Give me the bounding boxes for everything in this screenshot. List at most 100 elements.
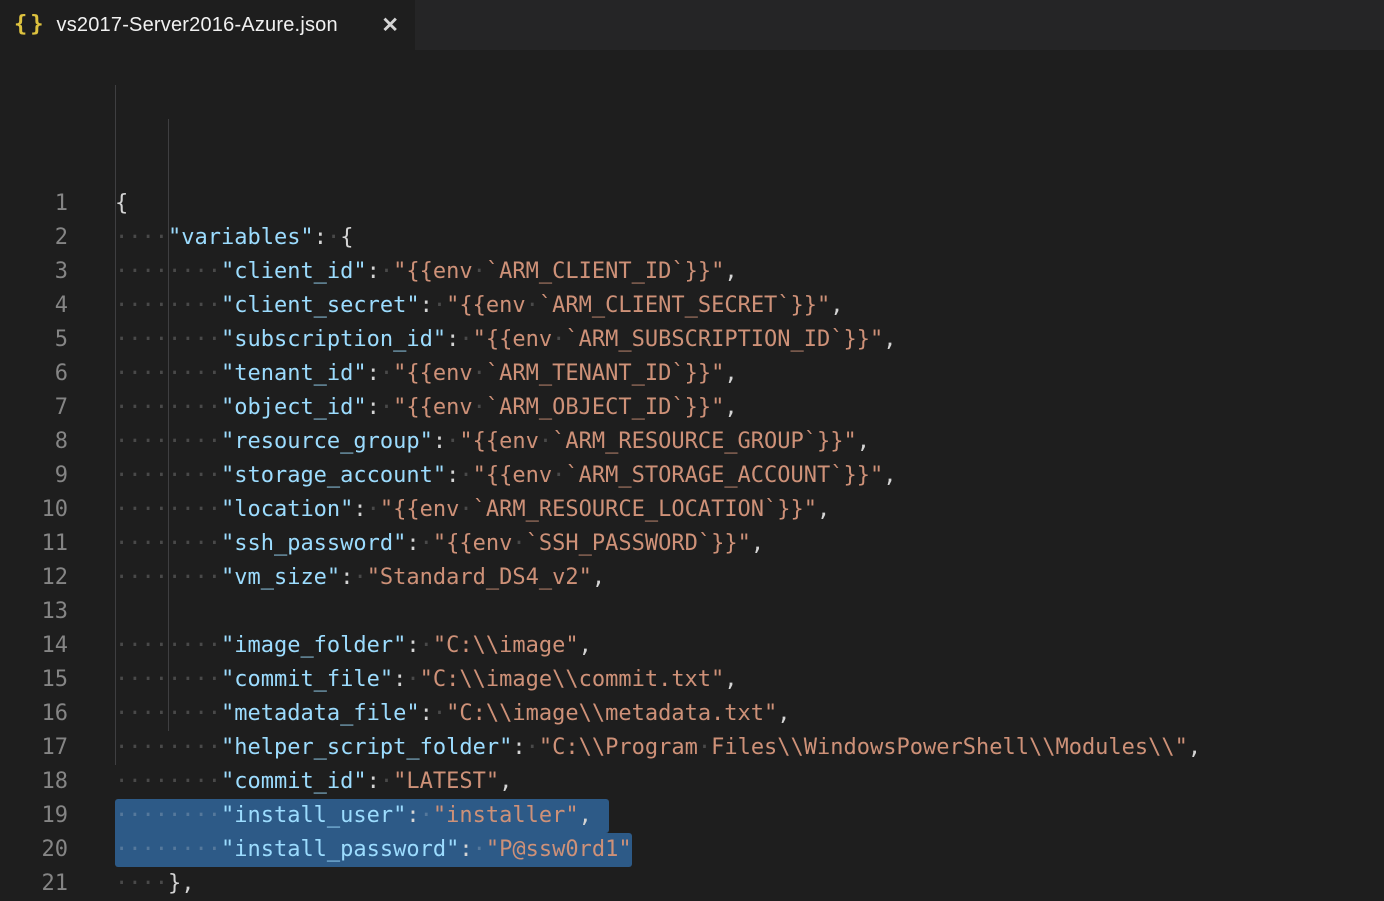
tab-close-icon[interactable]: ✕	[381, 15, 399, 36]
code-token: ,	[883, 327, 896, 352]
code-line[interactable]: 1{	[0, 187, 1384, 221]
line-number[interactable]: 16	[0, 697, 115, 731]
code-token: "vm_size"	[221, 565, 340, 590]
whitespace-dots: ········	[115, 769, 221, 794]
line-number[interactable]: 20	[0, 833, 115, 867]
code-line[interactable]: 2····"variables":·{	[0, 221, 1384, 255]
line-number[interactable]: 10	[0, 493, 115, 527]
code-line[interactable]: 13	[0, 595, 1384, 629]
code-line-content[interactable]: ········"commit_file":·"C:\\image\\commi…	[115, 663, 738, 697]
code-token: "Standard_DS4_v2"	[367, 565, 592, 590]
whitespace-dots: ········	[115, 565, 221, 590]
code-line-content[interactable]: ········"metadata_file":·"C:\\image\\met…	[115, 697, 791, 731]
code-token: ·	[353, 565, 366, 590]
code-line-content[interactable]: ····"variables":·{	[115, 221, 353, 255]
code-token: ·	[526, 735, 539, 760]
code-line-content[interactable]: ········"tenant_id":·"{{env·`ARM_TENANT_…	[115, 357, 738, 391]
line-number[interactable]: 7	[0, 391, 115, 425]
code-token: ·	[380, 259, 393, 284]
whitespace-dots: ·	[367, 497, 380, 522]
code-token: "image_folder"	[221, 633, 406, 658]
code-editor[interactable]: 1{2····"variables":·{3········"client_id…	[0, 50, 1384, 772]
line-number[interactable]: 2	[0, 221, 115, 255]
code-token: {	[340, 225, 353, 250]
code-line[interactable]: 16········"metadata_file":·"C:\\image\\m…	[0, 697, 1384, 731]
code-line[interactable]: 14········"image_folder":·"C:\\image",	[0, 629, 1384, 663]
code-line[interactable]: 11········"ssh_password":·"{{env·`SSH_PA…	[0, 527, 1384, 561]
code-line[interactable]: 5········"subscription_id":·"{{env·`ARM_…	[0, 323, 1384, 357]
code-line-content[interactable]: ········"commit_id":·"LATEST",	[115, 765, 512, 799]
line-number[interactable]: 17	[0, 731, 115, 765]
code-line[interactable]: 15········"commit_file":·"C:\\image\\com…	[0, 663, 1384, 697]
code-line-content[interactable]: ········"image_folder":·"C:\\image",	[115, 629, 592, 663]
code-token: :	[406, 633, 419, 658]
code-token: ········	[115, 395, 221, 420]
line-number[interactable]: 4	[0, 289, 115, 323]
code-line[interactable]: 20········"install_password":·"P@ssw0rd1…	[0, 833, 1384, 867]
line-number[interactable]: 8	[0, 425, 115, 459]
line-number[interactable]: 5	[0, 323, 115, 357]
code-line-content[interactable]: ········"install_user":·"installer",	[115, 799, 592, 833]
code-line-content[interactable]: ········"install_password":·"P@ssw0rd1"	[115, 833, 632, 867]
code-line-content[interactable]: ········"subscription_id":·"{{env·`ARM_S…	[115, 323, 897, 357]
tab-vs2017-server2016-azure[interactable]: {} vs2017-Server2016-Azure.json ✕	[0, 0, 415, 50]
code-token: "{{env·`ARM_TENANT_ID`}}"	[393, 361, 724, 386]
code-token: ·	[446, 429, 459, 454]
code-token: "P@ssw0rd1"	[486, 837, 632, 862]
whitespace-dots: ········	[115, 667, 221, 692]
code-line-content[interactable]: ········"location":·"{{env·`ARM_RESOURCE…	[115, 493, 830, 527]
code-line[interactable]: 12········"vm_size":·"Standard_DS4_v2",	[0, 561, 1384, 595]
code-token: "commit_id"	[221, 769, 367, 794]
code-line[interactable]: 3········"client_id":·"{{env·`ARM_CLIENT…	[0, 255, 1384, 289]
code-line[interactable]: 7········"object_id":·"{{env·`ARM_OBJECT…	[0, 391, 1384, 425]
code-line-content[interactable]: ····},	[115, 867, 194, 901]
whitespace-dots: ·	[433, 293, 446, 318]
code-token: :	[420, 293, 433, 318]
code-line-content[interactable]: ········"object_id":·"{{env·`ARM_OBJECT_…	[115, 391, 738, 425]
line-number[interactable]: 1	[0, 187, 115, 221]
code-line-content[interactable]: ········"ssh_password":·"{{env·`SSH_PASS…	[115, 527, 764, 561]
code-line-content[interactable]: ········"resource_group":·"{{env·`ARM_RE…	[115, 425, 870, 459]
code-line[interactable]: 9········"storage_account":·"{{env·`ARM_…	[0, 459, 1384, 493]
line-number[interactable]: 3	[0, 255, 115, 289]
line-number[interactable]: 12	[0, 561, 115, 595]
line-number[interactable]: 18	[0, 765, 115, 799]
code-token: {	[115, 191, 128, 216]
code-line-content[interactable]: ········"storage_account":·"{{env·`ARM_S…	[115, 459, 897, 493]
code-line-content[interactable]: ········"vm_size":·"Standard_DS4_v2",	[115, 561, 605, 595]
code-token: :	[353, 497, 366, 522]
line-number[interactable]: 19	[0, 799, 115, 833]
code-token: ,	[830, 293, 843, 318]
code-token: "{{env·`ARM_SUBSCRIPTION_ID`}}"	[473, 327, 884, 352]
code-line[interactable]: 17········"helper_script_folder":·"C:\\P…	[0, 731, 1384, 765]
code-line-content[interactable]: {	[115, 187, 128, 221]
code-line[interactable]: 4········"client_secret":·"{{env·`ARM_CL…	[0, 289, 1384, 323]
code-token: ·	[473, 837, 486, 862]
code-line-content[interactable]: ········"client_secret":·"{{env·`ARM_CLI…	[115, 289, 844, 323]
code-token: ·	[420, 531, 433, 556]
code-token: "tenant_id"	[221, 361, 367, 386]
code-line[interactable]: 8········"resource_group":·"{{env·`ARM_R…	[0, 425, 1384, 459]
code-token: ········	[115, 769, 221, 794]
code-token: ····	[115, 871, 168, 896]
line-number[interactable]: 6	[0, 357, 115, 391]
code-token: :	[340, 565, 353, 590]
whitespace-dots: ····	[115, 225, 168, 250]
line-number[interactable]: 15	[0, 663, 115, 697]
code-line[interactable]: 18········"commit_id":·"LATEST",	[0, 765, 1384, 799]
code-line[interactable]: 10········"location":·"{{env·`ARM_RESOUR…	[0, 493, 1384, 527]
whitespace-dots: ········	[115, 701, 221, 726]
line-number[interactable]: 14	[0, 629, 115, 663]
line-number[interactable]: 13	[0, 595, 115, 629]
code-line-content[interactable]: ········"client_id":·"{{env·`ARM_CLIENT_…	[115, 255, 738, 289]
line-number[interactable]: 11	[0, 527, 115, 561]
code-token: ····	[115, 225, 168, 250]
code-line[interactable]: 21····},	[0, 867, 1384, 901]
code-token: "location"	[221, 497, 353, 522]
code-token: "{{env·`ARM_RESOURCE_GROUP`}}"	[459, 429, 856, 454]
code-line[interactable]: 19········"install_user":·"installer",	[0, 799, 1384, 833]
line-number[interactable]: 9	[0, 459, 115, 493]
code-line[interactable]: 6········"tenant_id":·"{{env·`ARM_TENANT…	[0, 357, 1384, 391]
line-number[interactable]: 21	[0, 867, 115, 901]
code-line-content[interactable]: ········"helper_script_folder":·"C:\\Pro…	[115, 731, 1201, 765]
